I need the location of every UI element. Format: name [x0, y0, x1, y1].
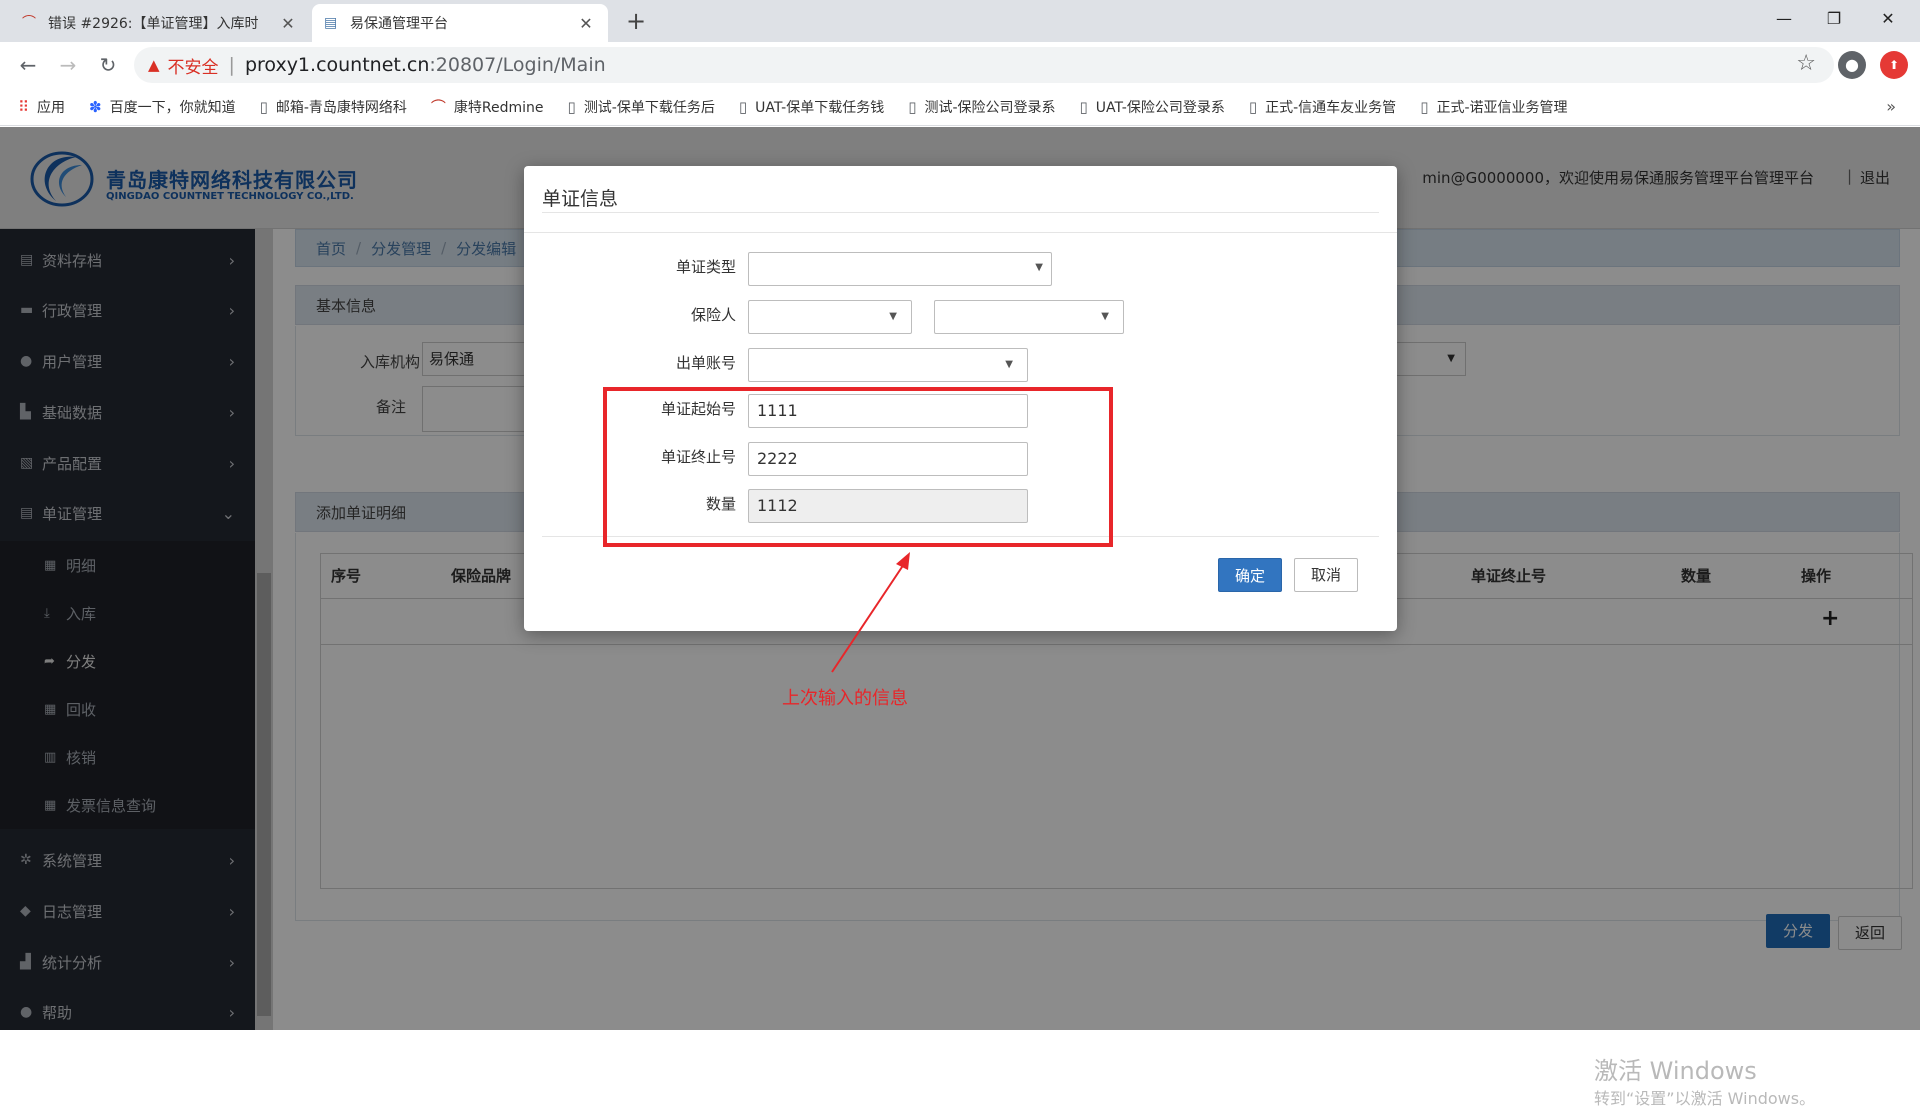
url-path: :20807/Login/Main [429, 54, 606, 76]
activation-watermark-hint: 转到“设置”以激活 Windows。 [1594, 1089, 1816, 1108]
modal-header-divider [524, 232, 1397, 233]
baidu-paw-icon: ✽ [89, 97, 102, 116]
maximize-button[interactable]: ❐ [1804, 0, 1864, 38]
url-input[interactable]: ▲ 不安全 | proxy1.countnet.cn :20807/Login/… [134, 47, 1834, 83]
redmine-icon: ⌒ [430, 98, 446, 116]
insurer-label: 保险人 [690, 306, 736, 324]
account-label: 出单账号 [675, 354, 736, 372]
modal-title: 单证信息 [542, 188, 619, 210]
annotation-highlight-box [603, 387, 1113, 547]
confirm-button[interactable]: 确定 [1218, 558, 1282, 592]
warning-icon: ▲ [148, 56, 160, 74]
page-icon: ▯ [1079, 97, 1088, 116]
forward-arrow-icon[interactable]: → [52, 49, 84, 81]
page-icon: ▯ [259, 97, 268, 116]
back-arrow-icon[interactable]: ← [12, 49, 44, 81]
page-icon: ▯ [738, 97, 748, 116]
tab-ybt-platform[interactable]: ▤ 易保通管理平台 ✕ [312, 4, 608, 42]
security-label[interactable]: 不安全 [168, 53, 219, 78]
star-icon[interactable]: ☆ [1796, 51, 1816, 76]
page-icon: ▯ [1248, 97, 1258, 116]
redmine-icon: ⌒ [22, 15, 36, 31]
close-icon[interactable]: ✕ [278, 14, 298, 33]
insurer-select-primary[interactable]: ▼ [748, 300, 912, 334]
tab-title: 错误 #2926:【单证管理】入库时 [48, 16, 259, 32]
bookmark-uat-download[interactable]: ▯ UAT-保单下载任务钱 [739, 97, 884, 117]
bookmark-mail[interactable]: ▯ 邮箱-青岛康特网络科 [260, 97, 407, 117]
window-close-button[interactable]: ✕ [1858, 0, 1918, 38]
tab-redmine-issue[interactable]: ⌒ 错误 #2926:【单证管理】入库时 ✕ [10, 4, 310, 42]
insurer-select-secondary[interactable]: ▼ [934, 300, 1124, 334]
tab-title: 易保通管理平台 [350, 16, 448, 32]
activation-watermark-title: 激活 Windows [1594, 1057, 1757, 1085]
bookmark-prod-xintong[interactable]: ▯ 正式-信通车友业务管 [1249, 97, 1396, 117]
profile-icon[interactable]: ● [1838, 51, 1866, 79]
account-select[interactable]: ▼ [748, 348, 1028, 382]
new-tab-button[interactable]: + [622, 8, 650, 36]
doc-type-label: 单证类型 [675, 258, 736, 276]
reload-icon[interactable]: ↻ [92, 49, 124, 81]
caret-down-icon: ▼ [1101, 311, 1109, 322]
browser-tab-strip: ⌒ 错误 #2926:【单证管理】入库时 ✕ ▤ 易保通管理平台 ✕ + — ❐… [0, 0, 1920, 42]
page-icon: ▯ [908, 97, 917, 116]
bookmark-uat-login[interactable]: ▯ UAT-保险公司登录系 [1080, 97, 1225, 117]
annotation-text: 上次输入的信息 [782, 688, 908, 709]
annotation-arrow-icon [831, 552, 910, 673]
caret-down-icon: ▼ [1035, 262, 1043, 273]
doc-type-select[interactable]: ▼ [748, 252, 1052, 286]
caret-down-icon: ▼ [889, 311, 897, 322]
page-icon: ▤ [324, 15, 338, 31]
bookmarks-bar: ⠿ 应用 ✽ 百度一下，你就知道 ▯ 邮箱-青岛康特网络科 ⌒ 康特Redmine ▯ 测… [0, 88, 1920, 126]
cancel-button[interactable]: 取消 [1294, 558, 1358, 592]
page-icon: ▯ [1420, 97, 1429, 116]
bookmark-prod-noah[interactable]: ▯ 正式-诺亚信业务管理 [1420, 97, 1567, 117]
bookmark-baidu[interactable]: ✽ 百度一下，你就知道 [89, 97, 236, 117]
bookmark-redmine[interactable]: ⌒ 康特Redmine [431, 96, 544, 117]
address-bar: ← → ↻ ▲ 不安全 | proxy1.countnet.cn :20807/… [0, 42, 1920, 88]
modal-title-divider [542, 212, 1379, 213]
url-separator: | [228, 54, 235, 76]
caret-down-icon: ▼ [1005, 359, 1013, 370]
extension-icon[interactable]: ⬆ [1880, 51, 1908, 79]
bookmarks-more-icon[interactable]: » [1886, 97, 1896, 116]
bookmark-apps[interactable]: ⠿ 应用 [18, 97, 65, 117]
page-icon: ▯ [567, 97, 576, 116]
bookmark-test-login[interactable]: ▯ 测试-保险公司登录系 [908, 97, 1055, 117]
close-icon[interactable]: ✕ [576, 14, 596, 33]
apps-grid-icon: ⠿ [18, 97, 29, 116]
bookmark-test-download[interactable]: ▯ 测试-保单下载任务后 [568, 97, 715, 117]
url-host: proxy1.countnet.cn [244, 54, 430, 76]
